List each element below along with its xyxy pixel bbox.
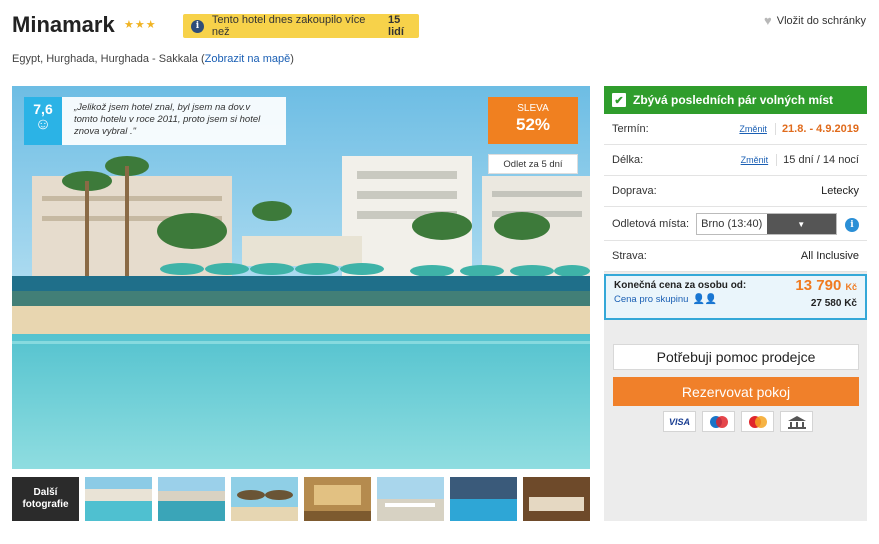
people-icon: 👤👤 xyxy=(692,294,718,305)
review-score: 7,6 xyxy=(33,101,53,117)
length-label: Délka: xyxy=(612,154,644,166)
thumbnail-beach-umbrellas[interactable] xyxy=(231,477,298,521)
price-value: 13 790 xyxy=(795,277,842,294)
bank-icon xyxy=(780,411,813,432)
purchase-notice: i Tento hotel dnes zakoupilo více než 15… xyxy=(183,14,419,38)
board-label: Strava: xyxy=(612,250,647,262)
chevron-down-icon: ▼ xyxy=(766,214,836,234)
discount-badge: SLEVA 52% xyxy=(488,97,578,144)
thumbnail-beach-chairs[interactable] xyxy=(377,477,444,521)
thumbnail-indoor-pool[interactable] xyxy=(450,477,517,521)
change-length-link[interactable]: Změnit xyxy=(741,155,769,165)
check-icon: ✔ xyxy=(612,93,626,107)
more-photos-button[interactable]: Další fotografie xyxy=(12,477,79,521)
price-per-person: 13 790 Kč xyxy=(795,277,857,294)
info-icon[interactable]: i xyxy=(845,218,859,232)
thumbnail-pool-resort[interactable] xyxy=(85,477,152,521)
map-link[interactable]: Zobrazit na mapě xyxy=(205,53,291,65)
departure-note: Odlet za 5 dní xyxy=(488,154,578,174)
price-currency: Kč xyxy=(845,282,857,292)
discount-value: 52% xyxy=(515,115,551,134)
group-price-label: Cena pro skupinu xyxy=(614,294,689,305)
review-quote: „Jelikož jsem hotel znal, byl jsem na do… xyxy=(62,97,286,145)
term-label: Termín: xyxy=(612,123,649,135)
seller-help-button[interactable]: Potřebuji pomoc prodejce xyxy=(613,344,859,370)
group-price-value: 27 580 Kč xyxy=(810,298,857,309)
booking-panel: ✔ Zbývá posledních pár volných míst Term… xyxy=(604,86,867,521)
maestro-card-icon xyxy=(702,411,735,432)
price-box: Konečná cena za osobu od: Cena pro skupi… xyxy=(604,274,867,320)
payment-cards: VISA xyxy=(663,411,813,432)
thumbnail-lobby[interactable] xyxy=(304,477,371,521)
star-rating: ★★★ xyxy=(124,19,157,31)
thumbnail-strip: Další fotografie xyxy=(12,477,590,521)
thumbnail-restaurant[interactable] xyxy=(523,477,590,521)
info-icon: i xyxy=(191,19,204,33)
transport-label: Doprava: xyxy=(612,185,657,197)
book-room-button[interactable]: Rezervovat pokoj xyxy=(613,377,859,406)
availability-text: Zbývá posledních pár volných míst xyxy=(633,93,834,107)
transport-value: Letecky xyxy=(821,185,859,197)
thumbnail-harbor[interactable] xyxy=(158,477,225,521)
visa-card-icon: VISA xyxy=(663,411,696,432)
departure-label: Odletová místa: xyxy=(612,217,690,230)
smiley-icon: ☺ xyxy=(34,116,52,133)
review-score-badge[interactable]: 7,6 ☺ xyxy=(24,97,62,145)
change-term-link[interactable]: Změnit xyxy=(739,124,767,134)
notice-text: Tento hotel dnes zakoupilo více než xyxy=(211,14,366,38)
board-value: All Inclusive xyxy=(800,250,859,262)
booking-details: Termín: Změnit 21.8. - 4.9.2019 Délka: Z… xyxy=(604,114,867,272)
departure-row: Odletová místa: Brno (13:40) ▼ i xyxy=(604,207,867,241)
notice-count: 15 lidí xyxy=(388,14,404,38)
length-row: Délka: Změnit 15 dní / 14 nocí xyxy=(604,145,867,176)
location-text: Egypt, Hurghada, Hurghada - Sakkala xyxy=(12,53,198,65)
heart-icon: ♥ xyxy=(764,13,772,28)
availability-banner: ✔ Zbývá posledních pár volných míst xyxy=(604,86,867,114)
wishlist-button[interactable]: ♥ Vložit do schránky xyxy=(764,13,866,28)
mastercard-icon xyxy=(741,411,774,432)
board-row: Strava: All Inclusive xyxy=(604,241,867,272)
term-value: 21.8. - 4.9.2019 xyxy=(774,123,859,135)
discount-label: SLEVA xyxy=(517,103,549,114)
wishlist-label: Vložit do schránky xyxy=(776,14,866,27)
hotel-location: Egypt, Hurghada, Hurghada - Sakkala (Zob… xyxy=(12,53,294,65)
transport-row: Doprava: Letecky xyxy=(604,176,867,207)
departure-select[interactable]: Brno (13:40) ▼ xyxy=(696,213,837,235)
term-row: Termín: Změnit 21.8. - 4.9.2019 xyxy=(604,114,867,145)
departure-value: Brno (13:40) xyxy=(701,218,763,230)
length-value: 15 dní / 14 nocí xyxy=(776,154,859,166)
hotel-title: Minamark xyxy=(12,12,115,37)
